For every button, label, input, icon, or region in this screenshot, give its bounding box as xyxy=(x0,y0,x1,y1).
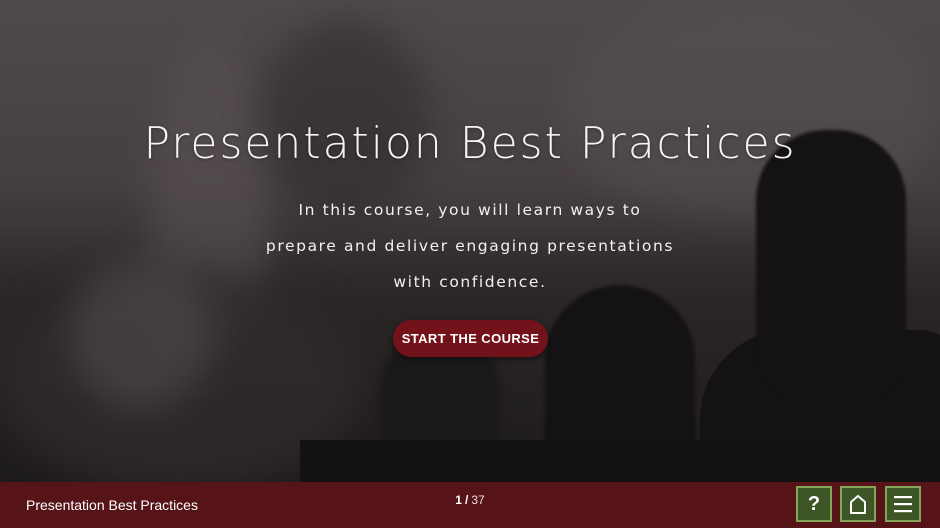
current-page-number: 1 xyxy=(455,493,462,507)
page-counter: 1/37 xyxy=(440,493,500,507)
hero-background-image: Presentation Best Practices In this cour… xyxy=(0,0,940,482)
help-button[interactable]: ? xyxy=(796,486,832,522)
course-description-line: prepare and deliver engaging presentatio… xyxy=(265,237,675,255)
home-button[interactable] xyxy=(840,486,876,522)
player-footer-bar: Presentation Best Practices 1/37 ? xyxy=(0,482,940,528)
course-player: Presentation Best Practices In this cour… xyxy=(0,0,940,528)
footer-course-title: Presentation Best Practices xyxy=(26,497,198,513)
audience-silhouette xyxy=(300,440,940,482)
course-description-line: with confidence. xyxy=(393,273,547,291)
menu-button[interactable] xyxy=(885,486,921,522)
question-mark-icon: ? xyxy=(807,493,821,515)
total-pages-number: 37 xyxy=(471,493,485,507)
start-course-button[interactable]: START THE COURSE xyxy=(393,320,548,357)
page-separator: / xyxy=(464,493,469,507)
course-title-heading: Presentation Best Practices xyxy=(143,118,797,169)
course-description-line: In this course, you will learn ways to xyxy=(298,201,642,219)
course-description: In this course, you will learn ways to p… xyxy=(0,193,940,301)
home-icon xyxy=(850,495,866,514)
hamburger-menu-icon xyxy=(894,496,912,513)
